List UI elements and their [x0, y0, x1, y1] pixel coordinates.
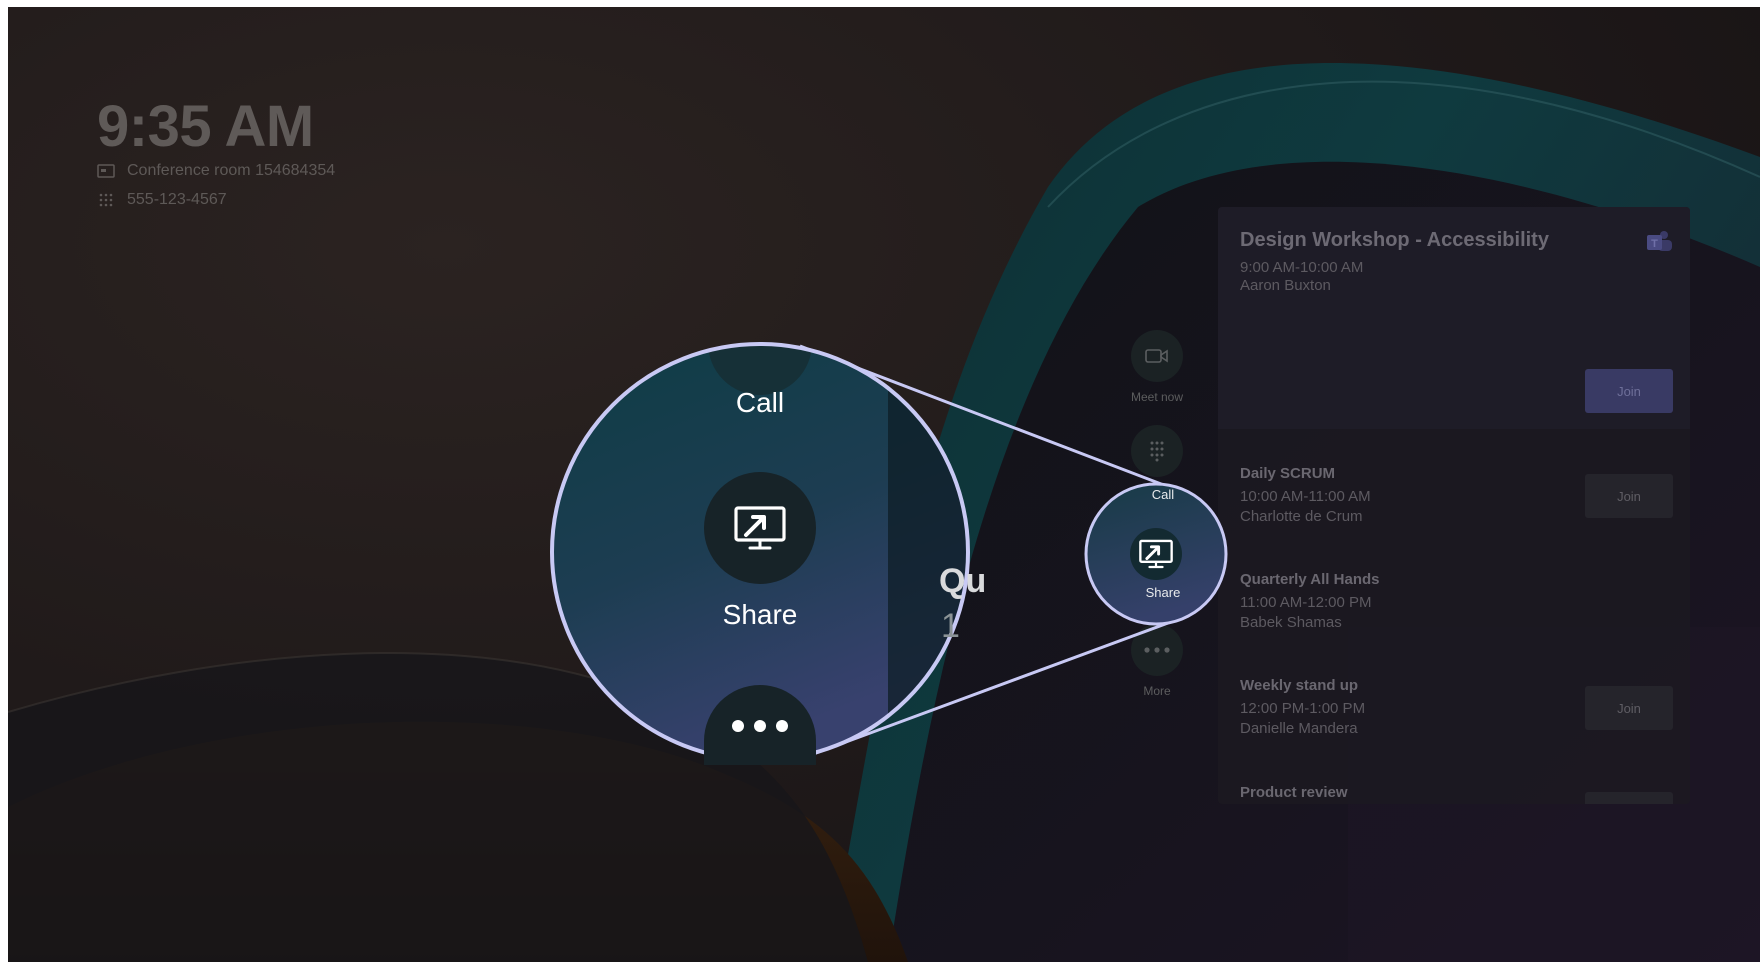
- more-dots-icon: [732, 720, 788, 732]
- share-screen-icon: [734, 506, 786, 550]
- magnified-share-label: Share: [722, 599, 798, 630]
- magnified-meeting-time-peek: 1: [941, 607, 960, 645]
- share-screen-icon: [1139, 539, 1173, 569]
- magnified-call-label: Call: [735, 387, 785, 418]
- magnified-share-button[interactable]: [704, 472, 816, 584]
- teams-room-home-screen: 9:35 AM Conference room 154684354 555-12…: [8, 7, 1760, 962]
- magnifier-callout: [550, 342, 1228, 762]
- magnified-meeting-title-peek: Qu: [939, 562, 987, 600]
- share-label: Share: [1145, 585, 1181, 600]
- share-button[interactable]: [1138, 539, 1174, 574]
- call-label: Call: [1151, 487, 1175, 502]
